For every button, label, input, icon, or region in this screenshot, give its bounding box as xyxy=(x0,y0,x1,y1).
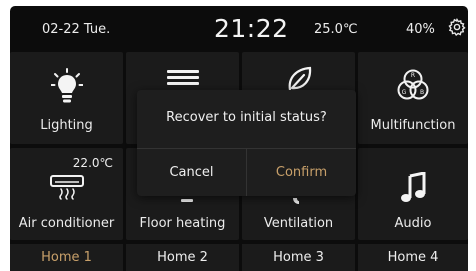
svg-text:R: R xyxy=(411,72,415,79)
confirm-button[interactable]: Confirm xyxy=(247,149,356,196)
music-note-icon xyxy=(399,171,427,208)
date-display: 02-22 Tue. xyxy=(42,22,111,37)
tile-multifunction[interactable]: R G B Multifunction xyxy=(358,52,468,144)
tile-label-multifunction: Multifunction xyxy=(370,118,456,133)
tab-home-4[interactable]: Home 4 xyxy=(358,244,468,271)
tile-audio[interactable]: Audio xyxy=(358,148,468,240)
tile-label-audio: Audio xyxy=(394,216,432,231)
temperature-display: 25.0℃ xyxy=(314,22,358,37)
gear-icon[interactable] xyxy=(448,17,466,37)
home-tabs: Home 1 Home 2 Home 3 Home 4 xyxy=(10,244,468,271)
tile-label-air-conditioner: Air conditioner xyxy=(18,216,115,231)
curtain-icon xyxy=(165,68,201,92)
tile-label-ventilation: Ventilation xyxy=(263,216,334,231)
tile-lighting[interactable]: Lighting xyxy=(10,52,123,144)
light-bulb-icon xyxy=(50,68,83,110)
svg-text:B: B xyxy=(420,89,424,96)
tile-label-floor-heating: Floor heating xyxy=(139,216,226,231)
rgb-circles-icon: R G B xyxy=(395,68,431,108)
ac-temperature-value: 22.0℃ xyxy=(72,156,113,170)
control-panel-screen: 02-22 Tue. 21:22 25.0℃ 40% Lighting R G … xyxy=(10,6,468,271)
tab-home-2[interactable]: Home 2 xyxy=(126,244,239,271)
dialog-message: Recover to initial status? xyxy=(166,110,327,125)
tile-air-conditioner[interactable]: 22.0℃ Air conditioner xyxy=(10,148,123,240)
svg-text:G: G xyxy=(402,89,407,96)
status-bar: 02-22 Tue. 21:22 25.0℃ 40% xyxy=(10,6,468,50)
clock-display: 21:22 xyxy=(214,14,289,43)
recover-dialog: Recover to initial status? Cancel Confir… xyxy=(137,90,356,196)
cancel-button[interactable]: Cancel xyxy=(137,149,246,196)
tab-home-3[interactable]: Home 3 xyxy=(242,244,355,271)
air-conditioner-icon xyxy=(49,174,85,204)
humidity-display: 40% xyxy=(406,22,435,37)
tab-home-1[interactable]: Home 1 xyxy=(10,244,123,271)
tile-label-lighting: Lighting xyxy=(40,118,93,133)
